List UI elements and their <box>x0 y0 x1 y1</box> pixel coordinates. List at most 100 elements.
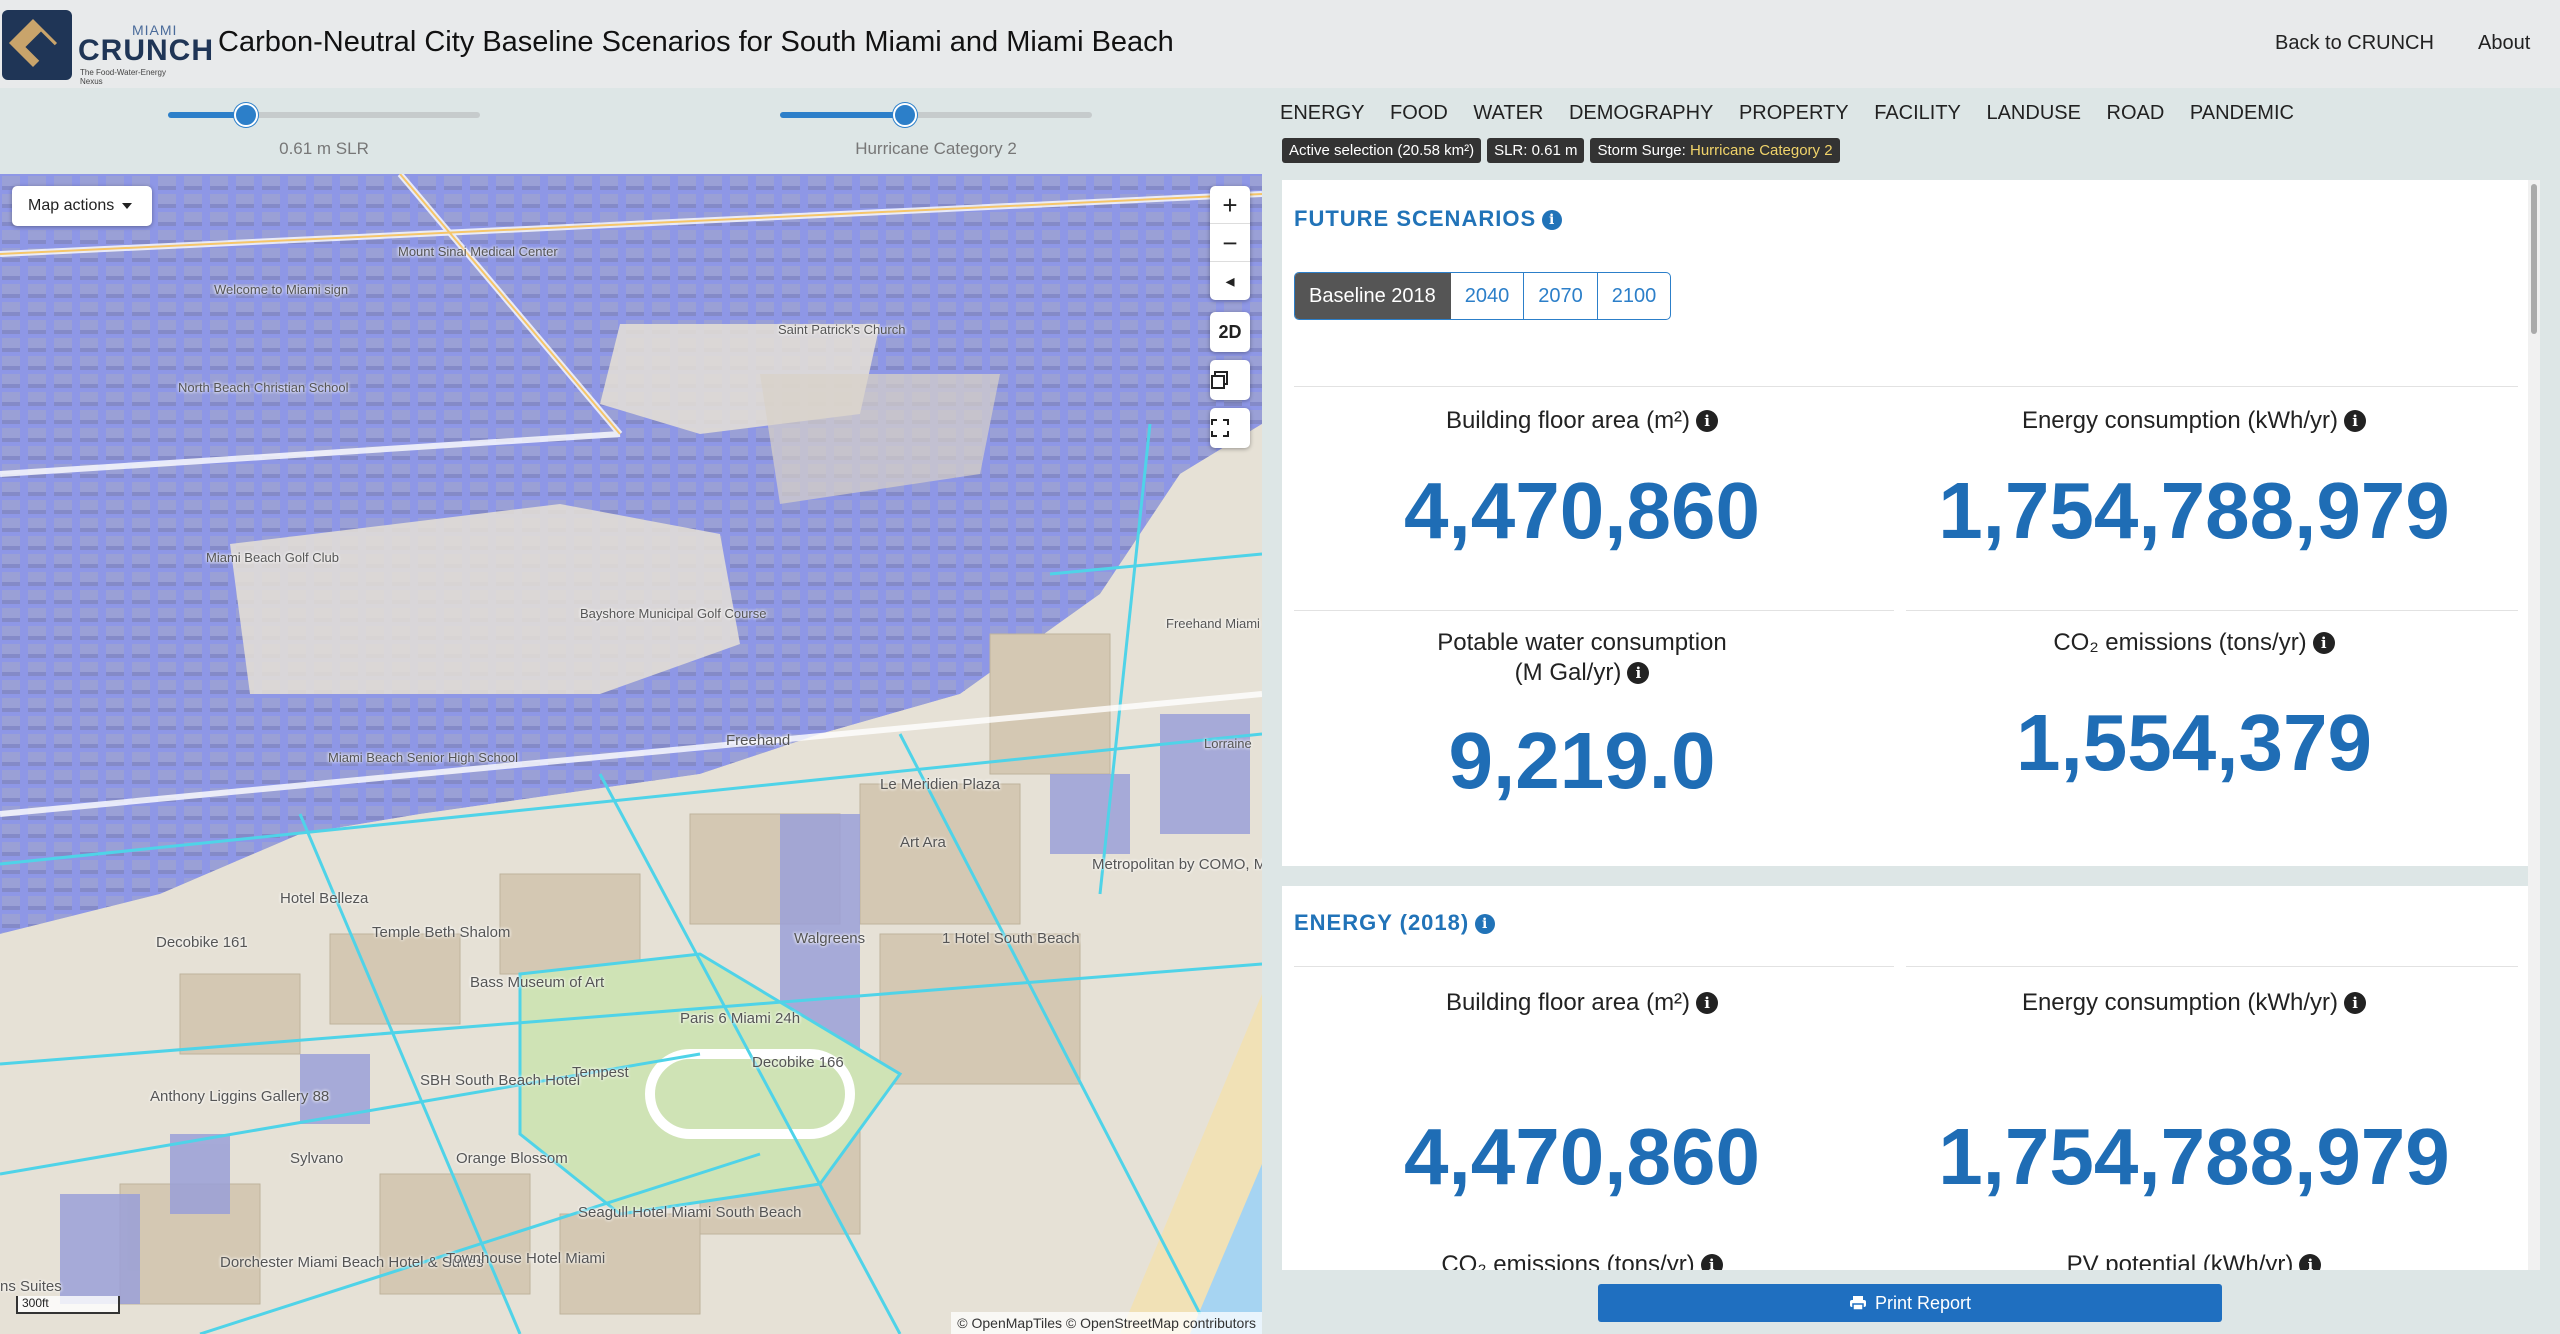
2d-toggle-button[interactable]: 2D <box>1210 312 1250 352</box>
storm-surge-badge: Storm Surge: Hurricane Category 2 <box>1590 138 1840 163</box>
map-label: Walgreens <box>794 930 866 947</box>
stat-value: 4,470,860 <box>1404 1112 1760 1201</box>
tab-road[interactable]: ROAD <box>2107 102 2165 124</box>
scrollbar-thumb[interactable] <box>2531 184 2537 334</box>
back-to-crunch-link[interactable]: Back to CRUNCH <box>2275 32 2434 55</box>
future-scenarios-card: FUTURE SCENARIOS i Baseline 2018 2040 207… <box>1282 180 2530 866</box>
right-panel: ENERGY FOOD WATER DEMOGRAPHY PROPERTY FA… <box>1262 88 2560 1334</box>
map-label: SBH South Beach Hotel <box>420 1072 581 1089</box>
info-icon[interactable]: i <box>1627 662 1650 684</box>
logo-crunch-text: CRUNCH <box>78 34 214 67</box>
panel-scrollbar[interactable] <box>2528 180 2540 1270</box>
stat-label: CO₂ emissions (tons/yr) <box>1441 1251 1695 1270</box>
layers-button[interactable] <box>1210 360 1250 400</box>
map-attribution[interactable]: © OpenMapTiles © OpenStreetMap contribut… <box>951 1312 1262 1334</box>
stat-co2-emissions: CO₂ emissions (tons/yr) i 1,554,379 <box>1894 628 2494 788</box>
map-label: Bayshore Municipal Golf Course <box>580 606 767 621</box>
tab-property[interactable]: PROPERTY <box>1739 102 1849 124</box>
info-icon[interactable]: i <box>1542 210 1563 230</box>
hurricane-slider[interactable] <box>780 96 1092 136</box>
energy-card: ENERGY (2018) i Building floor area (m²) i… <box>1282 886 2530 1270</box>
slr-slider[interactable] <box>168 96 480 136</box>
map-label: Welcome to Miami sign <box>214 282 349 297</box>
info-icon[interactable]: i <box>1696 410 1719 432</box>
year-button-2070[interactable]: 2070 <box>1524 273 1598 319</box>
map-label: Hotel Belleza <box>280 890 369 907</box>
about-link[interactable]: About <box>2478 32 2530 55</box>
print-report-button[interactable]: Print Report <box>1598 1284 2222 1322</box>
slr-slider-handle[interactable] <box>234 103 258 127</box>
stat-energy-consumption: Energy consumption (kWh/yr) i 1,754,788,9… <box>1894 406 2494 556</box>
map-label: Saint Patrick's Church <box>778 322 906 337</box>
stat-value: 4,470,860 <box>1404 466 1760 555</box>
logo-tagline: The Food-Water-Energy Nexus <box>80 68 166 86</box>
printer-icon <box>1849 1296 1866 1311</box>
hurricane-slider-handle[interactable] <box>892 103 917 127</box>
map-label: Sylvano <box>290 1150 344 1167</box>
map-label: North Beach Christian School <box>178 380 349 395</box>
stat-label: (M Gal/yr) <box>1514 659 1622 686</box>
tab-facility[interactable]: FACILITY <box>1874 102 1961 124</box>
logo-mark-icon <box>2 10 72 80</box>
stat-label: PV potential (kWh/yr) <box>2066 1251 2294 1270</box>
energy-stat-energy-consumption: Energy consumption (kWh/yr) i 1,754,788,9… <box>1894 988 2494 1202</box>
map-label: Freehand Miami <box>1166 616 1260 631</box>
hurricane-caption: Hurricane Category 2 <box>855 139 1017 158</box>
zoom-in-button[interactable]: + <box>1210 186 1250 224</box>
info-icon[interactable]: i <box>2344 992 2367 1014</box>
active-selection-badge: Active selection (20.58 km²) <box>1282 138 1482 163</box>
info-icon[interactable]: i <box>1475 914 1496 934</box>
map-label: Paris 6 Miami 24h <box>680 1010 801 1027</box>
zoom-out-button[interactable]: − <box>1210 224 1250 262</box>
slr-badge: SLR: 0.61 m <box>1487 138 1585 163</box>
map-label: Temple Beth Shalom <box>372 924 511 941</box>
compass-button[interactable]: ◂ <box>1210 262 1250 300</box>
map-label: Metropolitan by COMO, Miami Beach <box>1092 856 1262 873</box>
map-label: Le Meridien Plaza <box>880 776 1001 793</box>
storm-surge-label: Storm Surge: <box>1597 142 1690 159</box>
stat-label: Building floor area (m²) <box>1445 407 1691 434</box>
tab-landuse[interactable]: LANDUSE <box>1986 102 2080 124</box>
info-icon[interactable]: i <box>1700 1254 1723 1270</box>
print-report-label: Print Report <box>1874 1293 1972 1313</box>
stat-value: 1,754,788,979 <box>1938 1112 2450 1201</box>
tab-demography[interactable]: DEMOGRAPHY <box>1569 102 1713 124</box>
scenario-sliders: 0.61 m SLR Hurricane Category 2 <box>0 88 1262 174</box>
crunch-logo[interactable]: MIAMI CRUNCH The Food-Water-Energy Nexus <box>0 8 213 86</box>
year-button-2040[interactable]: 2040 <box>1451 273 1525 319</box>
map-view[interactable]: Mount Sinai Medical Center Welcome to Mi… <box>0 174 1262 1334</box>
stat-label: Energy consumption (kWh/yr) <box>2021 407 2339 434</box>
year-selector: Baseline 2018 2040 2070 2100 <box>1294 272 1672 320</box>
energy-stat-floor-area: Building floor area (m²) i 4,470,860 <box>1282 988 1882 1202</box>
category-tabs: ENERGY FOOD WATER DEMOGRAPHY PROPERTY FA… <box>1280 102 2314 125</box>
tab-energy[interactable]: ENERGY <box>1280 102 1364 124</box>
energy-stat-pv-potential: PV potential (kWh/yr) i <box>1894 1250 2494 1270</box>
year-button-2100[interactable]: 2100 <box>1598 273 1670 319</box>
stats-content[interactable]: FUTURE SCENARIOS i Baseline 2018 2040 207… <box>1282 180 2538 1270</box>
map-label: ns Suites <box>0 1278 62 1295</box>
stat-label: Energy consumption (kWh/yr) <box>2021 989 2339 1016</box>
map-label: Townhouse Hotel Miami <box>446 1250 606 1267</box>
map-label: Anthony Liggins Gallery 88 <box>150 1088 330 1105</box>
map-label: Decobike 161 <box>156 934 248 951</box>
tab-water[interactable]: WATER <box>1473 102 1543 124</box>
info-icon[interactable]: i <box>1696 992 1719 1014</box>
stat-label: Potable water consumption <box>1437 629 1727 656</box>
info-icon[interactable]: i <box>2312 632 2335 654</box>
map-label: Dorchester Miami Beach Hotel & Suites <box>220 1254 484 1271</box>
map-label: Freehand <box>726 732 791 749</box>
storm-surge-value: Hurricane Category 2 <box>1690 142 1833 159</box>
map-label: Orange Blossom <box>456 1150 568 1167</box>
hurricane-slider-fill <box>780 112 905 118</box>
year-button-baseline-2018[interactable]: Baseline 2018 <box>1295 273 1451 319</box>
info-icon[interactable]: i <box>2344 410 2367 432</box>
stat-value: 1,554,379 <box>2016 698 2372 787</box>
map-actions-label: Map actions <box>28 197 115 214</box>
tab-pandemic[interactable]: PANDEMIC <box>2190 102 2294 124</box>
map-label: Seagull Hotel Miami South Beach <box>578 1204 802 1221</box>
tab-food[interactable]: FOOD <box>1390 102 1448 124</box>
info-icon[interactable]: i <box>2299 1254 2322 1270</box>
map-actions-dropdown[interactable]: Map actions <box>12 186 152 226</box>
fullscreen-button[interactable] <box>1210 408 1250 448</box>
stat-value: 9,219.0 <box>1448 716 1716 805</box>
